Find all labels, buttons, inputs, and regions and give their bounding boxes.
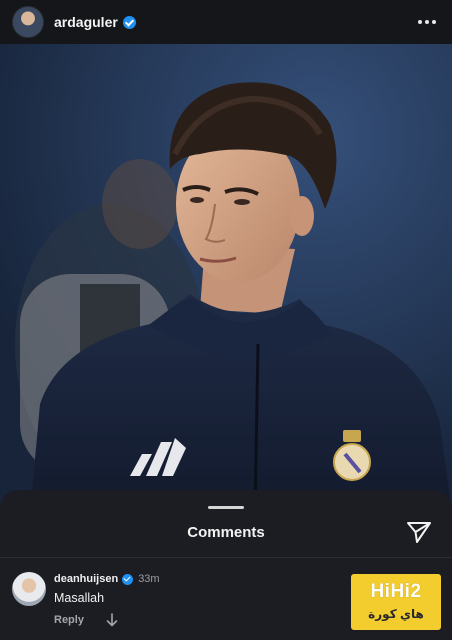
hihi2-watermark-logo: HiHi2 هاي كورة [351, 574, 441, 630]
send-icon[interactable] [406, 520, 432, 544]
comment-item: deanhuijsen 33m Masallah Reply [12, 570, 342, 630]
comment-header: deanhuijsen 33m [54, 573, 160, 585]
more-options-icon[interactable] [416, 14, 438, 30]
commenter-avatar[interactable] [12, 572, 46, 606]
sheet-divider [0, 557, 452, 558]
comment-text: Masallah [54, 591, 105, 605]
reply-button[interactable]: Reply [54, 614, 84, 626]
comments-title: Comments [187, 524, 265, 541]
post-header: ardaguler [0, 0, 452, 44]
arrow-down-icon[interactable] [106, 613, 118, 627]
post-photo[interactable] [0, 44, 452, 514]
instagram-post-screen: ardaguler Comments deanhuijsen 33m Masal… [0, 0, 452, 640]
comment-time: 33m [138, 573, 160, 585]
watermark-subtitle: هاي كورة [368, 607, 424, 621]
profile-avatar[interactable] [12, 6, 44, 38]
comment-username[interactable]: deanhuijsen [54, 573, 118, 585]
post-username[interactable]: ardaguler [54, 14, 118, 30]
comment-actions: Reply [54, 613, 118, 627]
sheet-drag-handle[interactable] [208, 506, 244, 509]
watermark-brand: HiHi2 [370, 581, 422, 602]
verified-badge-icon [122, 15, 136, 29]
verified-badge-icon [122, 573, 134, 585]
